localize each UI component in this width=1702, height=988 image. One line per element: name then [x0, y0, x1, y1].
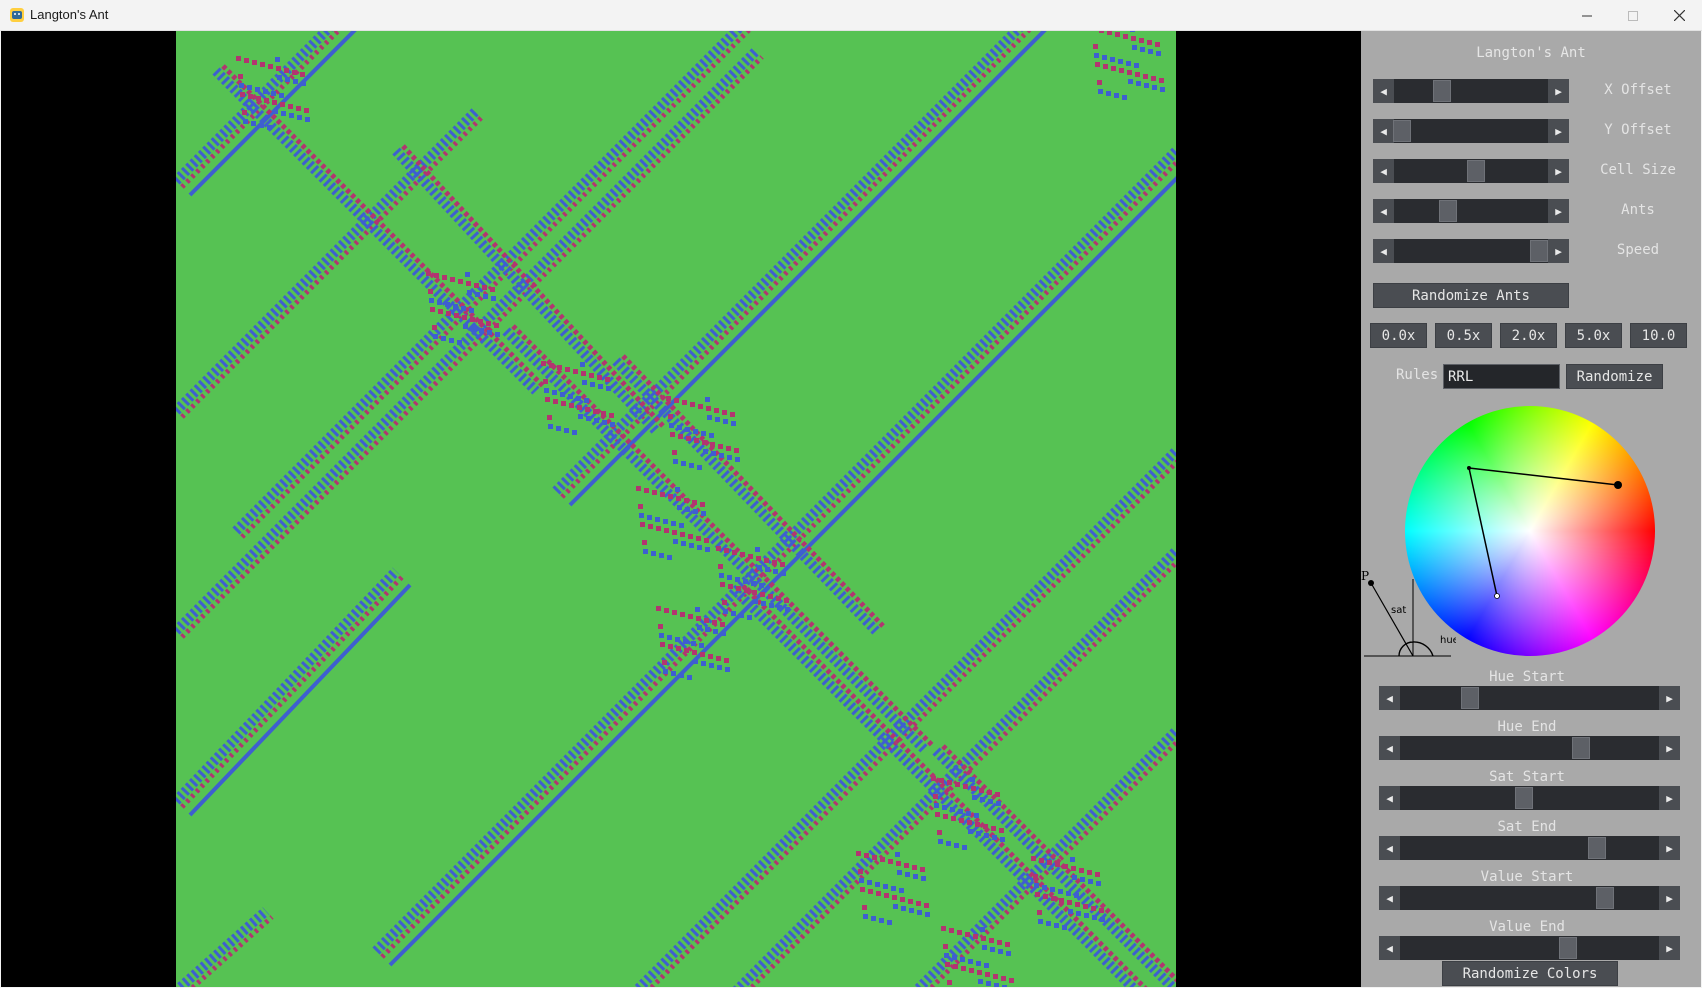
hue-start-handle [1494, 593, 1500, 599]
sat-start-slider[interactable]: ◀ ▶ [1379, 786, 1680, 810]
value-end-track[interactable] [1400, 936, 1659, 960]
sat-start-label: Sat Start [1489, 769, 1565, 785]
x-offset-label: X Offset [1604, 82, 1672, 98]
hue-start-thumb[interactable] [1460, 687, 1479, 709]
value-start-thumb[interactable] [1595, 887, 1614, 909]
x-offset-thumb[interactable] [1432, 80, 1451, 102]
x-offset-increase-arrow-icon[interactable]: ▶ [1548, 79, 1569, 103]
hue-end-label: Hue End [1497, 719, 1557, 735]
diagram-hue-label: hue [1440, 635, 1456, 646]
speed-increase-arrow-icon[interactable]: ▶ [1548, 239, 1569, 263]
sat-start-thumb[interactable] [1515, 787, 1534, 809]
randomize-rules-button[interactable]: Randomize [1566, 364, 1663, 389]
value-start-increase-arrow-icon[interactable]: ▶ [1659, 886, 1680, 910]
hue-start-increase-arrow-icon[interactable]: ▶ [1659, 686, 1680, 710]
speed-button-1[interactable]: 0.5x [1435, 323, 1492, 348]
sat-start-track[interactable] [1400, 786, 1659, 810]
hue-start-label: Hue Start [1489, 669, 1565, 685]
maximize-icon [1628, 10, 1638, 21]
randomize-ants-button[interactable]: Randomize Ants [1373, 283, 1569, 308]
value-start-track[interactable] [1400, 886, 1659, 910]
title-bar: Langton's Ant [0, 0, 1702, 31]
speed-button-3[interactable]: 5.0x [1565, 323, 1622, 348]
hue-sat-diagram: P sat hue [1361, 571, 1456, 657]
sat-start-decrease-arrow-icon[interactable]: ◀ [1379, 786, 1400, 810]
hue-end-track[interactable] [1400, 736, 1659, 760]
minimize-button[interactable] [1564, 0, 1610, 31]
cell-size-thumb[interactable] [1466, 160, 1485, 182]
maximize-button[interactable] [1610, 0, 1656, 31]
close-button[interactable] [1656, 0, 1702, 31]
sat-end-decrease-arrow-icon[interactable]: ◀ [1379, 836, 1400, 860]
value-start-slider[interactable]: ◀ ▶ [1379, 886, 1680, 910]
value-start-label: Value Start [1480, 869, 1574, 885]
hue-start-slider[interactable]: ◀ ▶ [1379, 686, 1680, 710]
ants-decrease-arrow-icon[interactable]: ◀ [1373, 199, 1394, 223]
minimize-icon [1582, 15, 1592, 16]
panel-title: Langton's Ant [1476, 45, 1586, 61]
ants-increase-arrow-icon[interactable]: ▶ [1548, 199, 1569, 223]
cell-size-slider[interactable]: ◀ ▶ [1373, 159, 1569, 183]
hue-end-decrease-arrow-icon[interactable]: ◀ [1379, 736, 1400, 760]
sat-start-increase-arrow-icon[interactable]: ▶ [1659, 786, 1680, 810]
value-end-increase-arrow-icon[interactable]: ▶ [1659, 936, 1680, 960]
ant-trail-grid [176, 31, 1176, 987]
rules-input[interactable] [1443, 364, 1560, 389]
sat-end-track[interactable] [1400, 836, 1659, 860]
y-offset-label: Y Offset [1604, 122, 1672, 138]
x-offset-decrease-arrow-icon[interactable]: ◀ [1373, 79, 1394, 103]
speed-track[interactable] [1394, 239, 1548, 263]
ants-track[interactable] [1394, 199, 1548, 223]
hue-start-decrease-arrow-icon[interactable]: ◀ [1379, 686, 1400, 710]
sat-end-slider[interactable]: ◀ ▶ [1379, 836, 1680, 860]
diagram-sat-label: sat [1391, 605, 1406, 616]
speed-label: Speed [1616, 242, 1660, 258]
y-offset-thumb[interactable] [1392, 120, 1411, 142]
app-window: Langton's Ant ◀ ▶ X Offset ◀ ▶ Y Offset ◀ ▶ Cell… [1, 31, 1701, 987]
sat-end-increase-arrow-icon[interactable]: ▶ [1659, 836, 1680, 860]
hue-end-increase-arrow-icon[interactable]: ▶ [1659, 736, 1680, 760]
hue-end-thumb[interactable] [1572, 737, 1591, 759]
hue-start-track[interactable] [1400, 686, 1659, 710]
speed-button-0[interactable]: 0.0x [1370, 323, 1427, 348]
speed-button-4[interactable]: 10.0 [1630, 323, 1687, 348]
speed-thumb[interactable] [1529, 240, 1548, 262]
cell-size-increase-arrow-icon[interactable]: ▶ [1548, 159, 1569, 183]
value-start-decrease-arrow-icon[interactable]: ◀ [1379, 886, 1400, 910]
x-offset-track[interactable] [1394, 79, 1548, 103]
value-end-label: Value End [1489, 919, 1565, 935]
window-title: Langton's Ant [30, 7, 109, 22]
ants-label: Ants [1621, 202, 1655, 218]
cell-size-decrease-arrow-icon[interactable]: ◀ [1373, 159, 1394, 183]
cell-size-track[interactable] [1394, 159, 1548, 183]
control-panel: Langton's Ant ◀ ▶ X Offset ◀ ▶ Y Offset ◀ ▶ Cell… [1361, 31, 1701, 987]
simulation-canvas[interactable] [176, 31, 1176, 987]
speed-button-2[interactable]: 2.0x [1500, 323, 1557, 348]
ants-thumb[interactable] [1438, 200, 1457, 222]
ants-slider[interactable]: ◀ ▶ [1373, 199, 1569, 223]
hue-end-handle [1614, 481, 1622, 489]
randomize-colors-button[interactable]: Randomize Colors [1442, 961, 1618, 986]
value-end-slider[interactable]: ◀ ▶ [1379, 936, 1680, 960]
rules-label: Rules [1396, 367, 1439, 383]
x-offset-slider[interactable]: ◀ ▶ [1373, 79, 1569, 103]
sat-end-label: Sat End [1497, 819, 1557, 835]
cell-size-label: Cell Size [1600, 162, 1676, 178]
y-offset-increase-arrow-icon[interactable]: ▶ [1548, 119, 1569, 143]
python-app-icon [10, 8, 24, 22]
value-end-thumb[interactable] [1559, 937, 1578, 959]
y-offset-track[interactable] [1392, 119, 1548, 143]
hue-end-slider[interactable]: ◀ ▶ [1379, 736, 1680, 760]
speed-decrease-arrow-icon[interactable]: ◀ [1373, 239, 1394, 263]
close-icon [1673, 10, 1685, 21]
y-offset-slider[interactable]: ◀ ▶ [1373, 119, 1569, 143]
diagram-p-label: P [1361, 571, 1369, 583]
y-offset-decrease-arrow-icon[interactable]: ◀ [1373, 119, 1394, 143]
value-end-decrease-arrow-icon[interactable]: ◀ [1379, 936, 1400, 960]
sat-end-thumb[interactable] [1587, 837, 1606, 859]
speed-slider[interactable]: ◀ ▶ [1373, 239, 1569, 263]
